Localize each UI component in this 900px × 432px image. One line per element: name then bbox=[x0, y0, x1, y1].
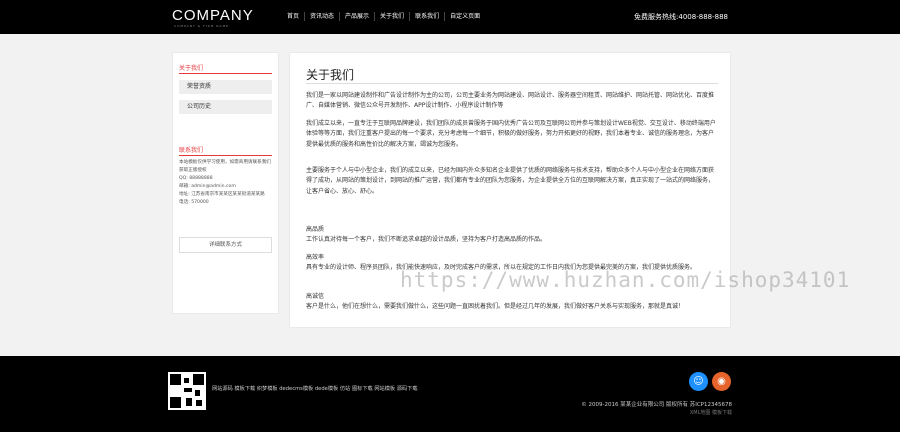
company-logo[interactable]: COMPANY bbox=[172, 7, 254, 24]
footer-link[interactable]: 仿站 bbox=[340, 386, 350, 392]
qq-icon[interactable]: ☺ bbox=[689, 372, 708, 391]
sidebar: 关于我们 荣誉资质 公司历史 联系我们 本站模板仅供学习使用，如需商用请联系我们… bbox=[172, 52, 279, 314]
intro-paragraph: 我们是一家以网站建设制作和广告设计制作为主的公司，公司主要业务为网站建设、网站设… bbox=[306, 92, 715, 110]
contact-line-address: 地址: 江苏省南京市某某区某某街道某某路 bbox=[179, 192, 265, 197]
footer-link[interactable]: dede模板 bbox=[315, 386, 338, 392]
quality-paragraph: 高品质 工作认真对待每一个客户，我们不断追求卓越的设计品质，坚持为客户打造高品质… bbox=[306, 226, 547, 244]
main-nav: 首页 资讯动态 产品展示 关于我们 联系我们 自定义页面 bbox=[282, 12, 485, 21]
contact-line-qq: QQ: 88888888 bbox=[179, 176, 213, 181]
page-title: 关于我们 bbox=[306, 68, 355, 82]
contact-line-notice: 本站模板仅供学习使用，如需商用请联系我们获取正版授权 bbox=[179, 160, 271, 173]
footer-sitemap-links[interactable]: XML地图 模板下载 bbox=[690, 409, 732, 416]
history-paragraph: 我们成立以来，一直专注于互联网品牌建设，我们团队的成员曾服务于国内优秀广告公司及… bbox=[306, 120, 716, 148]
company-logo-subtitle: COMPANY & FIRM NAME bbox=[174, 24, 230, 28]
contact-title: 联系我们 bbox=[179, 147, 204, 154]
nav-home[interactable]: 首页 bbox=[282, 12, 306, 21]
nav-custom-page[interactable]: 自定义页面 bbox=[445, 12, 485, 21]
service-paragraph: 主要服务于个人与中小型企业，我们的成立以来，已经为国内外众多知名企业提供了优质的… bbox=[306, 167, 715, 195]
title-divider bbox=[306, 83, 718, 84]
copyright-text: © 2009-2016 某某企业有限公司 版权所有 苏ICP12345678 bbox=[581, 402, 732, 408]
footer bbox=[0, 356, 900, 432]
weibo-icon[interactable]: ◉ bbox=[712, 372, 731, 391]
contact-line-phone: 电话: 570000 bbox=[179, 200, 209, 205]
contact-line-email: 邮箱: admin@admin.com bbox=[179, 184, 236, 189]
nav-contact[interactable]: 联系我们 bbox=[410, 12, 446, 21]
hotline-text: 免费服务热线:4008-888-888 bbox=[634, 13, 728, 21]
contact-title-divider bbox=[179, 155, 272, 156]
nav-about[interactable]: 关于我们 bbox=[375, 12, 411, 21]
footer-link[interactable]: 网站模板 bbox=[374, 386, 395, 392]
sidebar-title-divider bbox=[179, 73, 272, 74]
qr-code-icon bbox=[168, 372, 206, 410]
sidebar-item-honors[interactable]: 荣誉资质 bbox=[179, 80, 272, 94]
nav-products[interactable]: 产品展示 bbox=[340, 12, 376, 21]
sidebar-item-history[interactable]: 公司历史 bbox=[179, 100, 272, 114]
footer-link[interactable]: 织梦模板 bbox=[257, 386, 278, 392]
contact-details-button[interactable]: 详细联系方式 bbox=[179, 237, 272, 253]
footer-links: 网站源码 模板下载 织梦模板 dedecms模板 dede模板 仿站 图标下载 … bbox=[212, 385, 418, 392]
watermark-text: https://www.huzhan.com/ishop34101 bbox=[400, 268, 851, 292]
footer-link[interactable]: dedecms模板 bbox=[279, 386, 313, 392]
footer-link[interactable]: 图标下载 bbox=[352, 386, 373, 392]
integrity-paragraph: 高诚信 客户是什么，他们在想什么，需要我们做什么，这些问题一直困扰着我们。但是经… bbox=[306, 293, 685, 311]
footer-link[interactable]: 源码下载 bbox=[397, 386, 418, 392]
nav-news[interactable]: 资讯动态 bbox=[305, 12, 341, 21]
contact-details: 本站模板仅供学习使用，如需商用请联系我们获取正版授权 QQ: 88888888 … bbox=[179, 159, 275, 207]
footer-link[interactable]: 模板下载 bbox=[234, 386, 255, 392]
footer-link[interactable]: 网站源码 bbox=[212, 386, 233, 392]
sidebar-title: 关于我们 bbox=[179, 65, 204, 72]
